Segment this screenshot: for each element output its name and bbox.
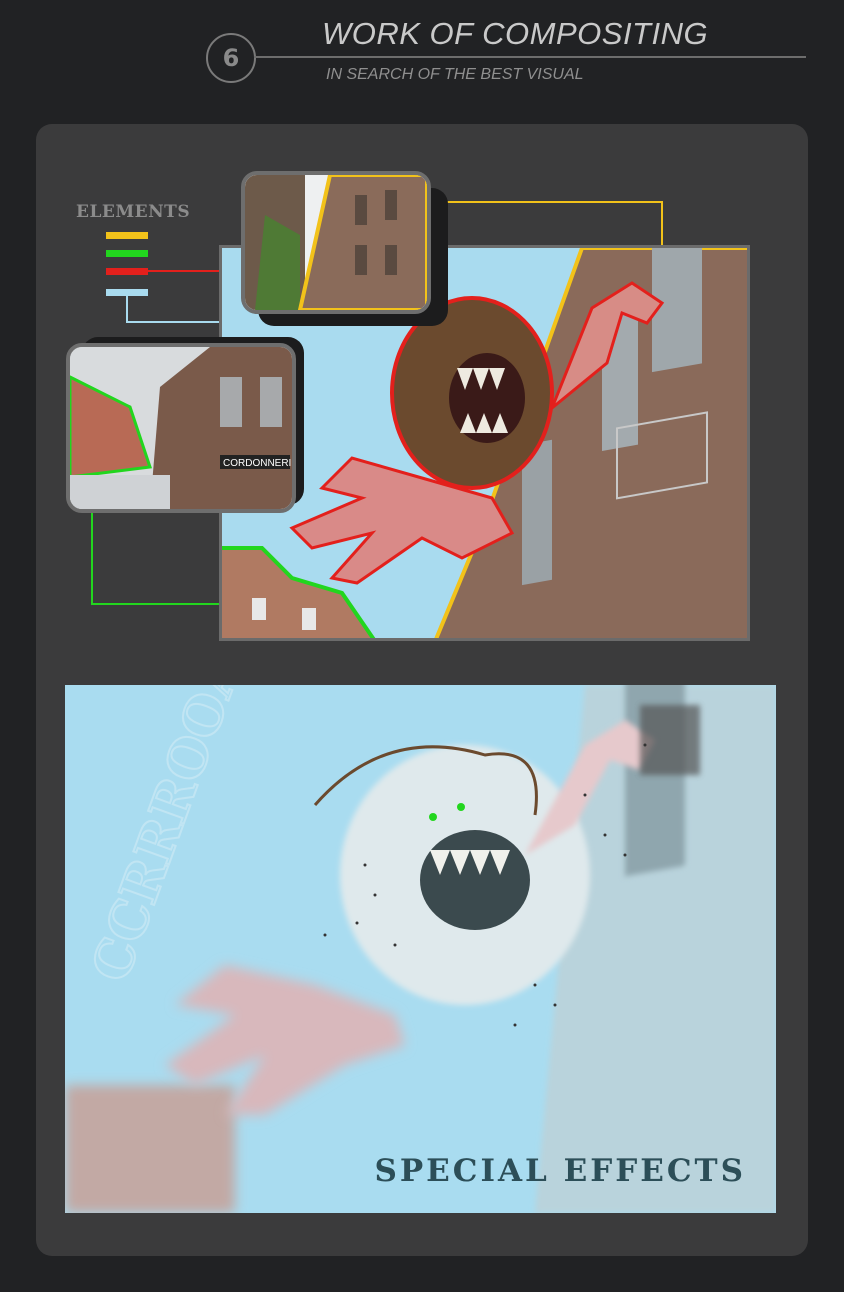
thumbnail-building-facade (241, 171, 431, 314)
fx-monster-mouth (420, 830, 530, 930)
page-subtitle: IN SEARCH OF THE BEST VISUAL (326, 66, 584, 83)
street-photo: CORDONNERIE (70, 347, 292, 509)
effects-illustration: CCRRROOAAA (65, 685, 776, 1213)
legend-swatch-red (106, 268, 148, 275)
fx-debris (640, 705, 700, 775)
shop-sign-text: CORDONNERIE (223, 458, 292, 469)
thumbnail-street-view: CORDONNERIE (66, 343, 296, 513)
legend-swatch-green (106, 250, 148, 257)
fx-monster-eye-left (429, 813, 437, 821)
special-effects-image: CCRRROOAAA SPECIAL EFFECTS (65, 685, 776, 1213)
shutter-1 (652, 248, 702, 373)
legend-swatch-light-blue (106, 289, 148, 296)
fx-building-left (65, 1085, 235, 1213)
fx-monster-eye-right (457, 803, 465, 811)
page-title: WORK OF COMPOSITING (322, 16, 709, 51)
special-effects-label: SPECIAL EFFECTS (374, 1153, 746, 1189)
facade-photo (245, 175, 427, 310)
step-number-badge: 6 (206, 33, 256, 83)
legend-swatch-yellow (106, 232, 148, 239)
title-divider (254, 56, 806, 58)
legend-title: ELEMENTS (76, 202, 191, 222)
